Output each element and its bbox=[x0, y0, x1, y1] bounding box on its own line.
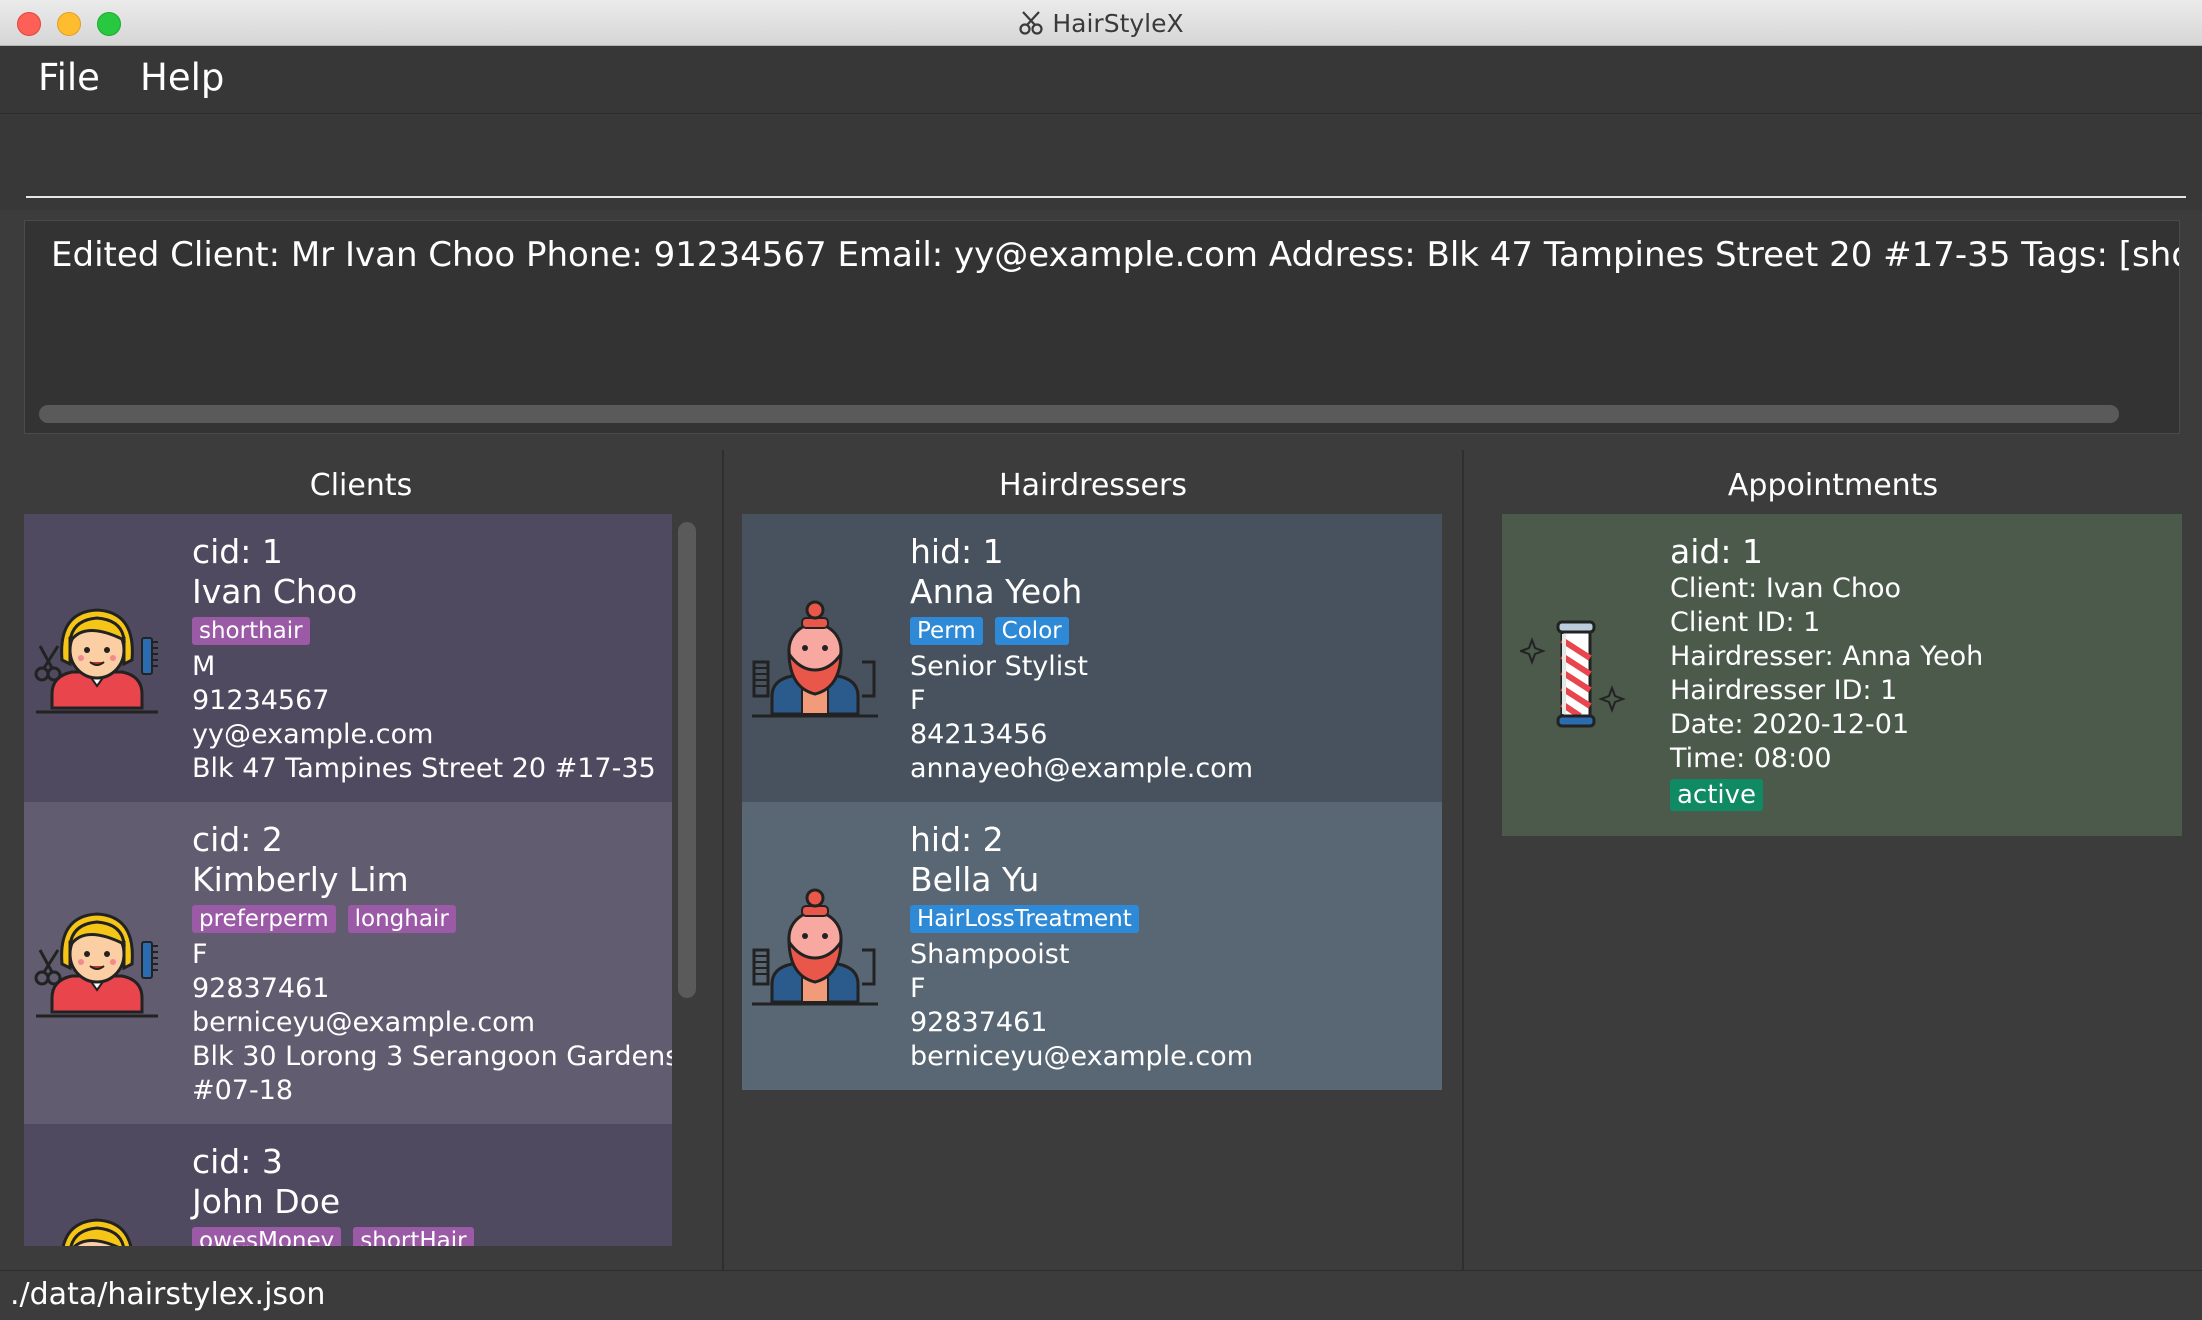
hairdresser-email: annayeoh@example.com bbox=[910, 753, 1253, 784]
command-input[interactable] bbox=[26, 114, 2186, 198]
window-title-bar: HairStyleX bbox=[0, 0, 2202, 46]
clients-panel: Clients cid: 1 Ivan Choo shorthair M 912… bbox=[0, 450, 722, 1270]
appointment-hairdresser: Hairdresser: Anna Yeoh bbox=[1670, 641, 1984, 672]
appointment-status-badge: active bbox=[1670, 779, 1764, 811]
client-address: Blk 30 Lorong 3 Serangoon Gardens bbox=[192, 1041, 672, 1072]
command-box bbox=[0, 114, 2202, 210]
hairdresser-tags: HairLossTreatment bbox=[910, 900, 1253, 938]
hairdresser-email: berniceyu@example.com bbox=[910, 1041, 1253, 1072]
client-tag: longhair bbox=[347, 905, 456, 933]
client-phone: 91234567 bbox=[192, 685, 330, 716]
status-bar: ./data/hairstylex.json bbox=[0, 1270, 2202, 1320]
hairdresser-card[interactable]: hid: 2 Bella Yu HairLossTreatment Shampo… bbox=[742, 802, 1442, 1090]
hairdresser-phone: 92837461 bbox=[910, 1007, 1048, 1038]
appointment-hairdresser-id: Hairdresser ID: 1 bbox=[1670, 675, 1898, 706]
hairdresser-avatar-icon bbox=[750, 880, 880, 1010]
hairdresser-tag: Color bbox=[994, 617, 1069, 645]
appointments-panel-title: Appointments bbox=[1727, 468, 1939, 503]
client-list-scrollbar[interactable] bbox=[678, 522, 696, 998]
client-tag: shortHair bbox=[353, 1227, 474, 1246]
client-name: Ivan Choo bbox=[192, 572, 358, 611]
client-card[interactable]: cid: 2 Kimberly Lim preferperm longhair … bbox=[24, 802, 672, 1124]
client-address: Blk 47 Tampines Street 20 #17-35 bbox=[192, 753, 656, 784]
client-email: berniceyu@example.com bbox=[192, 1007, 535, 1038]
client-id: cid: 1 bbox=[192, 532, 283, 571]
hairdresser-title: Shampooist bbox=[910, 939, 1070, 970]
hairdresser-name: Anna Yeoh bbox=[910, 572, 1083, 611]
result-text: Edited Client: Mr Ivan Choo Phone: 91234… bbox=[51, 235, 2180, 275]
client-avatar-icon bbox=[32, 894, 162, 1024]
client-tag: owesMoney bbox=[192, 1227, 342, 1246]
window-title: HairStyleX bbox=[1052, 9, 1184, 38]
hairdresser-card[interactable]: hid: 1 Anna Yeoh Perm Color Senior Styli… bbox=[742, 514, 1442, 802]
client-phone: 92837461 bbox=[192, 973, 330, 1004]
client-avatar-icon bbox=[32, 1200, 162, 1246]
client-id: cid: 2 bbox=[192, 820, 283, 859]
hairdresser-tag: Perm bbox=[910, 617, 983, 645]
save-location: ./data/hairstylex.json bbox=[10, 1277, 326, 1312]
hairdresser-list[interactable]: hid: 1 Anna Yeoh Perm Color Senior Styli… bbox=[742, 514, 1442, 1246]
appointment-card[interactable]: aid: 1 Client: Ivan Choo Client ID: 1 Ha… bbox=[1502, 514, 2182, 836]
hairdresser-tag: HairLossTreatment bbox=[910, 905, 1139, 933]
menu-bar: File Help bbox=[0, 46, 2202, 114]
client-tags: preferperm longhair bbox=[192, 900, 672, 938]
appointment-client-id: Client ID: 1 bbox=[1670, 607, 1821, 638]
hairdresser-phone: 84213456 bbox=[910, 719, 1048, 750]
barber-pole-icon bbox=[1520, 610, 1630, 740]
hairdresser-title: Senior Stylist bbox=[910, 651, 1088, 682]
client-gender: F bbox=[192, 939, 208, 970]
client-tags: shorthair bbox=[192, 612, 656, 650]
hairdresser-id: hid: 2 bbox=[910, 820, 1004, 859]
appointment-client: Client: Ivan Choo bbox=[1670, 573, 1902, 604]
hairdressers-panel-title: Hairdressers bbox=[999, 468, 1187, 503]
client-name: Kimberly Lim bbox=[192, 860, 409, 899]
client-tag: shorthair bbox=[192, 617, 310, 645]
appointment-time: Time: 08:00 bbox=[1670, 743, 1832, 774]
appointments-panel: Appointments aid: 1 Client: Ivan Choo Cl… bbox=[1464, 450, 2202, 1270]
menu-help[interactable]: Help bbox=[140, 56, 224, 99]
client-name: John Doe bbox=[192, 1182, 341, 1221]
clients-panel-title: Clients bbox=[309, 468, 413, 503]
client-list[interactable]: cid: 1 Ivan Choo shorthair M 91234567 yy… bbox=[24, 514, 672, 1246]
client-email: yy@example.com bbox=[192, 719, 434, 750]
hairdresser-id: hid: 1 bbox=[910, 532, 1004, 571]
hairdresser-avatar-icon bbox=[750, 592, 880, 722]
client-tags: owesMoney shortHair bbox=[192, 1222, 474, 1246]
appointment-date: Date: 2020-12-01 bbox=[1670, 709, 1910, 740]
hairdresser-gender: F bbox=[910, 973, 926, 1004]
client-card[interactable]: cid: 3 John Doe owesMoney shortHair bbox=[24, 1124, 672, 1246]
appointment-list[interactable]: aid: 1 Client: Ivan Choo Client ID: 1 Ha… bbox=[1502, 514, 2182, 1246]
result-display[interactable]: Edited Client: Mr Ivan Choo Phone: 91234… bbox=[24, 220, 2180, 434]
appointment-id: aid: 1 bbox=[1670, 532, 1763, 571]
client-gender: M bbox=[192, 651, 216, 682]
client-card[interactable]: cid: 1 Ivan Choo shorthair M 91234567 yy… bbox=[24, 514, 672, 802]
hairdresser-tags: Perm Color bbox=[910, 612, 1253, 650]
client-address-continued: #07-18 bbox=[192, 1075, 294, 1106]
client-id: cid: 3 bbox=[192, 1142, 283, 1181]
hairdresser-name: Bella Yu bbox=[910, 860, 1040, 899]
hairdressers-panel: Hairdressers hid: 1 Anna Yeoh Perm Color… bbox=[724, 450, 1462, 1270]
hairdresser-gender: F bbox=[910, 685, 926, 716]
client-avatar-icon bbox=[32, 590, 162, 720]
client-tag: preferperm bbox=[192, 905, 336, 933]
result-horizontal-scrollbar[interactable] bbox=[39, 405, 2119, 423]
scissors-icon bbox=[1019, 11, 1043, 35]
menu-file[interactable]: File bbox=[38, 56, 100, 99]
